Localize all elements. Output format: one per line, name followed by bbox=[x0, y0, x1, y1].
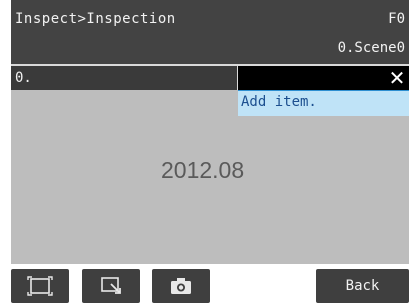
scene-label: 0.Scene0 bbox=[337, 40, 405, 56]
item-bar-label: 0. bbox=[15, 70, 32, 86]
camera-icon bbox=[171, 278, 191, 294]
version-text: 2012.08 bbox=[161, 157, 245, 183]
dropdown-header: ✕ bbox=[238, 66, 409, 90]
item-bar[interactable]: 0. bbox=[11, 66, 237, 90]
back-button[interactable]: Back bbox=[316, 269, 409, 303]
image-view: 2012.08 bbox=[11, 90, 409, 264]
camera-button[interactable] bbox=[152, 269, 210, 303]
mode-indicator: F0 bbox=[388, 11, 405, 27]
dropdown-menu: ✕ Add item. bbox=[238, 66, 409, 116]
zoom-select-button[interactable] bbox=[82, 269, 140, 303]
breadcrumb: Inspect>Inspection bbox=[15, 11, 176, 27]
zoom-select-icon bbox=[101, 277, 121, 294]
fullscreen-icon bbox=[27, 276, 53, 296]
app-frame: Inspect>Inspection F0 0.Scene0 0. 2012.0… bbox=[11, 0, 409, 303]
header: Inspect>Inspection F0 0.Scene0 bbox=[11, 0, 409, 64]
fullscreen-button[interactable] bbox=[11, 269, 69, 303]
add-item-option[interactable]: Add item. bbox=[238, 90, 409, 116]
toolbar: Back bbox=[11, 264, 409, 303]
close-icon[interactable]: ✕ bbox=[387, 66, 407, 90]
